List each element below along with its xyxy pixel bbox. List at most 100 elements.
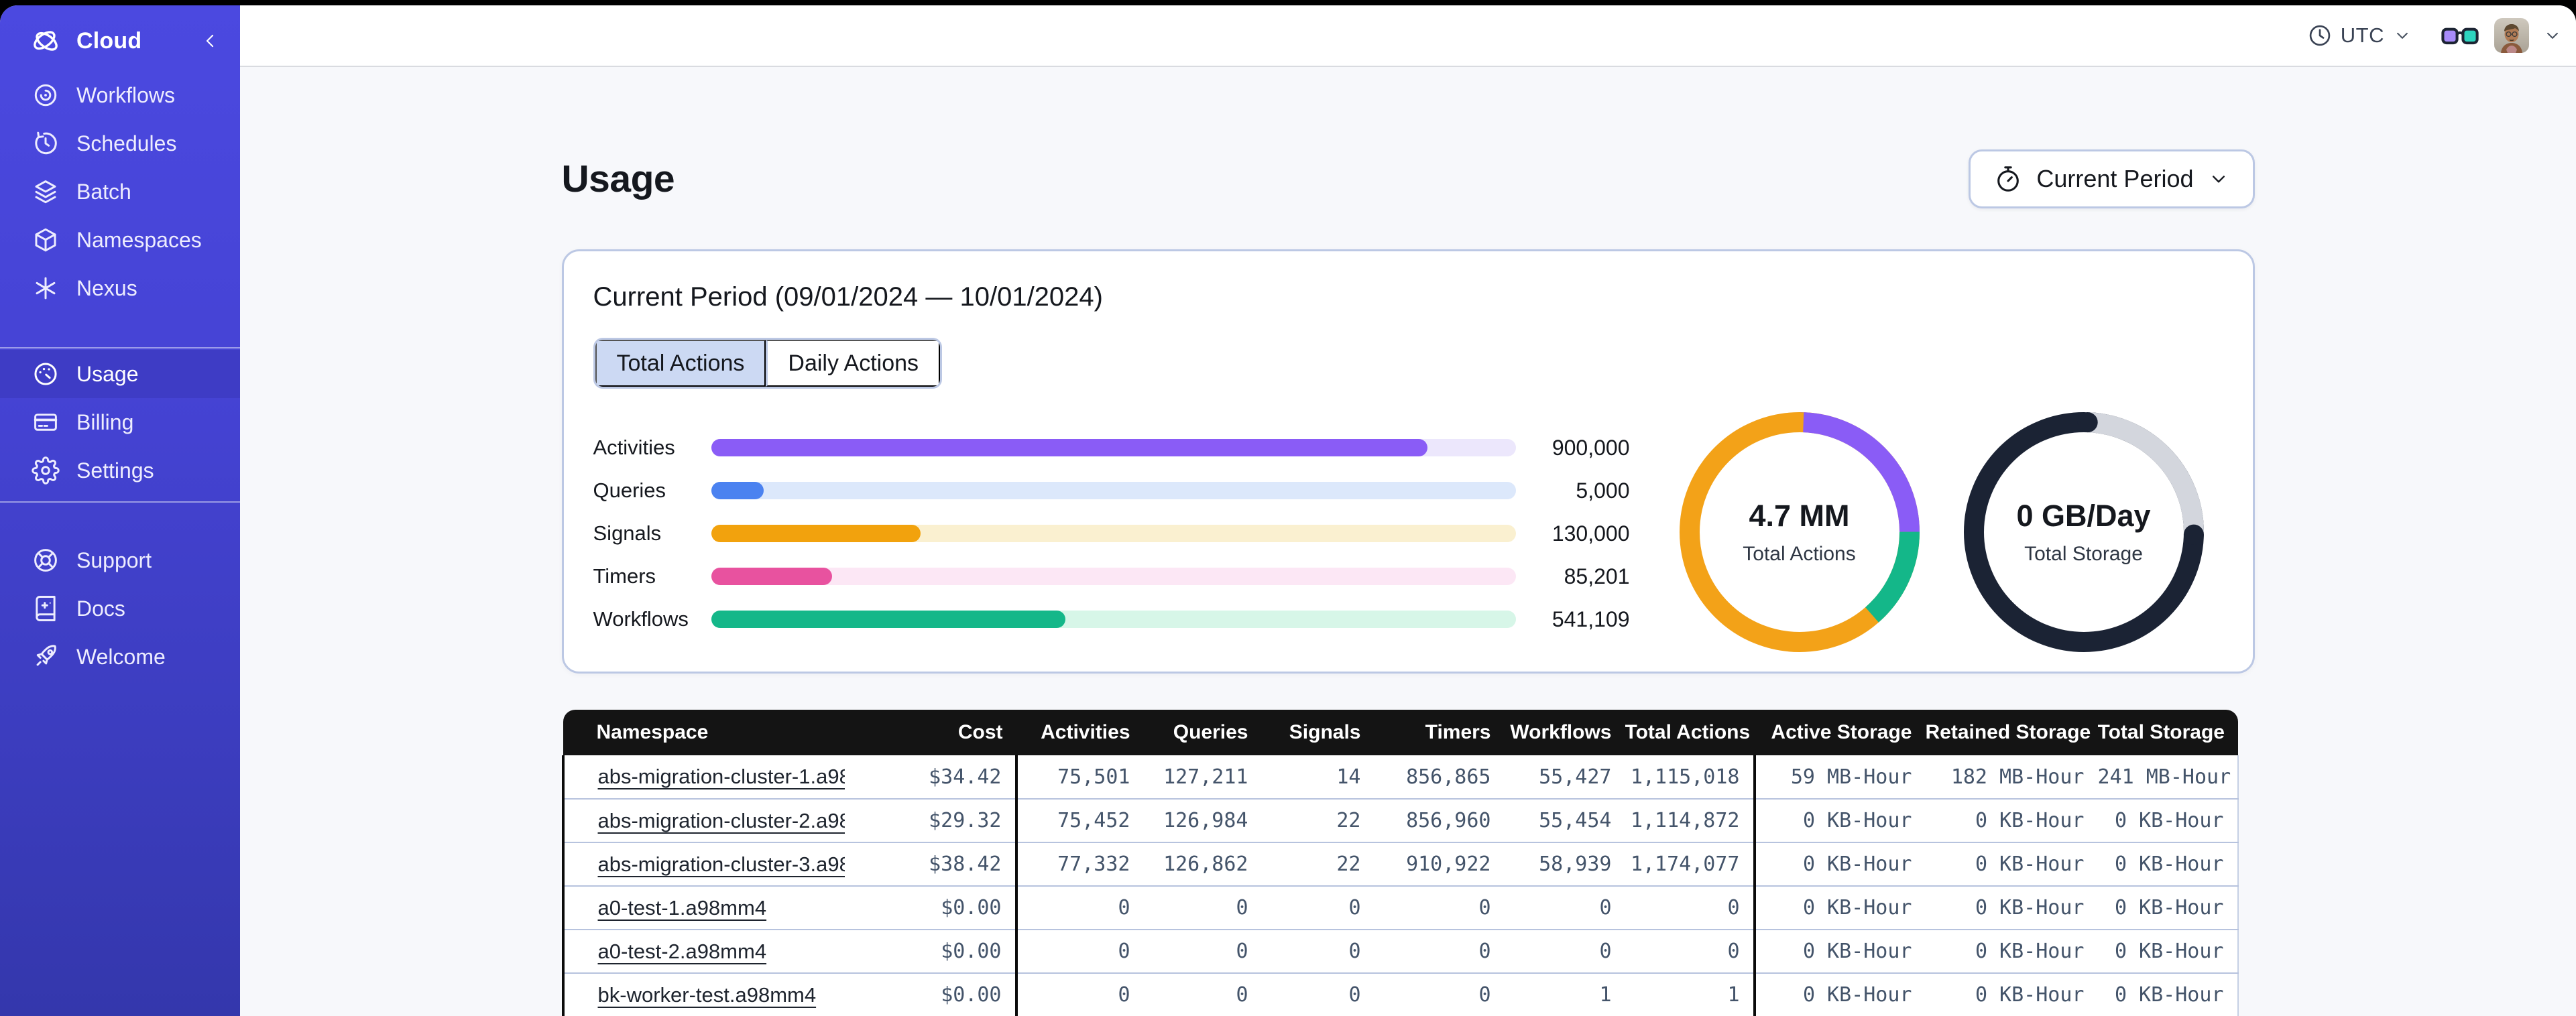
timezone-selector[interactable]: UTC: [2307, 23, 2412, 48]
bar-fill: [711, 568, 832, 585]
page-title: Usage: [561, 157, 675, 200]
bar-value: 130,000: [1552, 521, 1630, 546]
sidebar-item-label: Batch: [76, 179, 131, 204]
cell-workflows: 0: [1504, 930, 1625, 974]
sidebar-item-namespaces[interactable]: Namespaces: [0, 216, 240, 264]
donut-center-text: 0 GB/Day Total Storage: [1964, 412, 2204, 652]
cell-retained-storage: 0 KB-Hour: [1925, 973, 2098, 1016]
cell-total-storage: 0 KB-Hour: [2097, 842, 2239, 887]
sidebar-item-settings[interactable]: Settings: [0, 446, 240, 495]
cell-namespace: abs-migration-cluster-2.a98mm4: [561, 799, 845, 843]
account-menu-chevron-down-icon[interactable]: [2542, 25, 2563, 46]
cell-retained-storage: 0 KB-Hour: [1925, 842, 2098, 887]
namespace-link[interactable]: a0-test-2.a98mm4: [598, 940, 767, 963]
clock-icon: [2307, 23, 2333, 48]
cell-timers: 856,960: [1374, 799, 1505, 843]
sidebar-item-label: Support: [76, 548, 152, 572]
cell-total-storage: 0 KB-Hour: [2097, 886, 2239, 930]
bar-track: [711, 568, 1516, 585]
tab-total-actions[interactable]: Total Actions: [595, 340, 766, 387]
sidebar-item-nexus[interactable]: Nexus: [0, 264, 240, 312]
cell-workflows: 55,427: [1504, 755, 1625, 800]
user-avatar[interactable]: [2494, 18, 2529, 53]
bar-fill: [711, 439, 1427, 456]
namespace-link[interactable]: abs-migration-cluster-3.a98mm4: [598, 852, 845, 876]
cell-signals: 0: [1261, 930, 1374, 974]
namespace-link[interactable]: abs-migration-cluster-2.a98mm4: [598, 809, 845, 832]
bar-row-workflows: Workflows 541,109: [593, 598, 1630, 641]
column-header-active-storage: Active Storage: [1754, 710, 1926, 755]
usage-summary-card: Current Period (09/01/2024 — 10/01/2024)…: [561, 249, 2255, 674]
chevron-down-icon: [2207, 168, 2230, 190]
period-selector-button[interactable]: Current Period: [1969, 149, 2255, 208]
sidebar-item-schedules[interactable]: Schedules: [0, 119, 240, 168]
column-header-workflows: Workflows: [1504, 710, 1625, 755]
table-row: abs-migration-cluster-1.a98mm4$34.4275,5…: [561, 755, 2239, 800]
sidebar-item-support[interactable]: Support: [0, 536, 240, 584]
sidebar-item-docs[interactable]: Docs: [0, 584, 240, 633]
topbar: UTC: [240, 5, 2576, 67]
cell-queries: 0: [1143, 930, 1262, 974]
sidebar-divider: [0, 501, 240, 503]
cell-workflows: 55,454: [1504, 799, 1625, 843]
bar-value: 900,000: [1552, 435, 1630, 460]
cell-total-storage: 0 KB-Hour: [2097, 799, 2239, 843]
tab-daily-actions[interactable]: Daily Actions: [766, 340, 941, 387]
cell-timers: 910,922: [1374, 842, 1505, 887]
sidebar-item-label: Welcome: [76, 644, 166, 669]
glasses-icon[interactable]: [2441, 23, 2479, 48]
cell-active-storage: 59 MB-Hour: [1753, 755, 1926, 800]
sidebar-item-batch[interactable]: Batch: [0, 168, 240, 216]
settings-icon: [31, 456, 60, 485]
namespaces-icon: [31, 225, 60, 255]
sidebar-item-label: Schedules: [76, 131, 177, 155]
cell-retained-storage: 182 MB-Hour: [1925, 755, 2098, 800]
sidebar-item-workflows[interactable]: Workflows: [0, 71, 240, 119]
sidebar-collapse-button[interactable]: [198, 29, 223, 53]
namespace-link[interactable]: abs-migration-cluster-1.a98mm4: [598, 765, 845, 788]
cell-cost: $0.00: [844, 930, 1016, 974]
sidebar-item-welcome[interactable]: Welcome: [0, 633, 240, 681]
donut-total-actions: 4.7 MM Total Actions: [1679, 412, 1920, 652]
sidebar-divider: [0, 347, 240, 348]
workflows-icon: [31, 80, 60, 110]
column-header-total-storage: Total Storage: [2097, 710, 2238, 755]
donut-caption: Total Storage: [2024, 543, 2143, 565]
nexus-icon: [31, 273, 60, 303]
column-header-queries: Queries: [1143, 710, 1262, 755]
namespace-link[interactable]: bk-worker-test.a98mm4: [598, 983, 817, 1007]
sidebar-item-usage[interactable]: Usage: [0, 350, 240, 398]
sidebar-nav-resources: Support Docs Welcome: [0, 536, 240, 681]
cell-retained-storage: 0 KB-Hour: [1925, 799, 2098, 843]
cell-timers: 0: [1374, 973, 1505, 1016]
sidebar-item-label: Billing: [76, 409, 134, 434]
donut-value: 0 GB/Day: [2016, 499, 2151, 533]
table-row: a0-test-1.a98mm4 $0.00 0 0 0 0 0 0 0 KB-Hour 0 KB…: [561, 886, 2239, 930]
cell-namespace: abs-migration-cluster-1.a98mm4: [561, 755, 845, 800]
table-row: abs-migration-cluster-2.a98mm4$29.3275,4…: [561, 799, 2239, 843]
column-header-timers: Timers: [1374, 710, 1505, 755]
column-header-retained-storage: Retained Storage: [1925, 710, 2098, 755]
bar-fill: [711, 525, 921, 542]
cell-total-actions: 0: [1625, 886, 1755, 930]
cell-namespace: bk-worker-test.a98mm4: [561, 973, 845, 1016]
cell-activities: 0: [1014, 973, 1144, 1016]
stopwatch-icon: [1993, 164, 2023, 194]
cell-signals: 0: [1261, 973, 1374, 1016]
cell-signals: 22: [1261, 842, 1374, 887]
bar-label: Queries: [593, 479, 666, 502]
cell-active-storage: 0 KB-Hour: [1753, 842, 1926, 887]
sidebar-item-label: Usage: [76, 361, 139, 386]
sidebar-item-label: Nexus: [76, 275, 137, 300]
card-title: Current Period (09/01/2024 — 10/01/2024): [593, 282, 1104, 312]
bar-label: Signals: [593, 521, 662, 545]
cell-timers: 0: [1374, 930, 1505, 974]
column-header-cost: Cost: [844, 710, 1016, 755]
timezone-label: UTC: [2340, 23, 2384, 47]
namespace-link[interactable]: a0-test-1.a98mm4: [598, 896, 767, 919]
cell-queries: 0: [1143, 973, 1262, 1016]
namespace-usage-table: Namespace Cost Activities Queries Signals Tim…: [561, 710, 2239, 1016]
app-window: Cloud Workflows Schedules Batch Namespaces N…: [0, 0, 2576, 1016]
bar-track: [711, 482, 1516, 499]
sidebar-item-billing[interactable]: Billing: [0, 398, 240, 446]
